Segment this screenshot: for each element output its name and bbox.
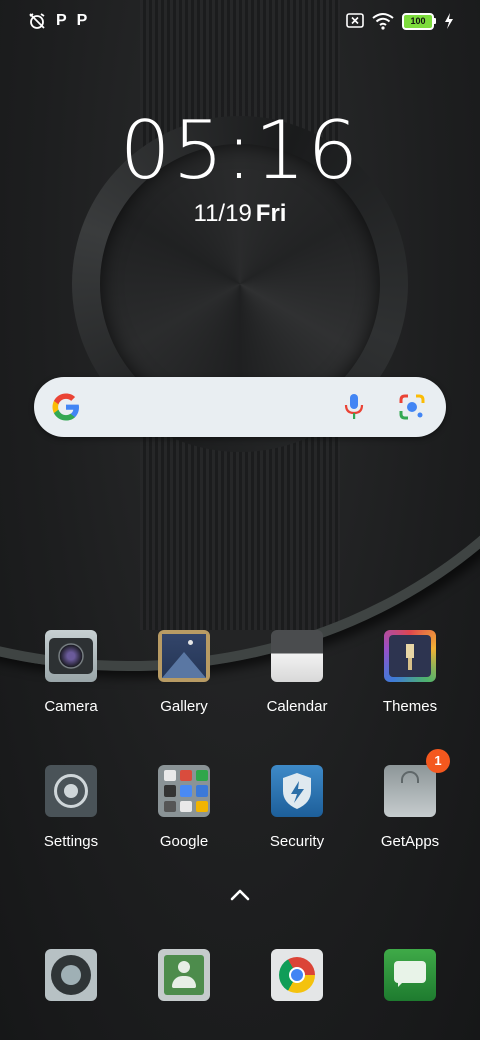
app-label: Settings	[43, 833, 99, 850]
settings-icon	[45, 765, 97, 817]
app-security[interactable]: Security	[241, 765, 353, 850]
date-month-day: 11/19	[193, 200, 252, 227]
alarm-off-icon	[29, 13, 45, 29]
messages-icon[interactable]	[384, 949, 436, 1001]
google-g-icon	[52, 393, 79, 421]
calendar-icon	[271, 630, 323, 682]
phone-icon[interactable]	[45, 949, 97, 1001]
app-label: Security	[269, 833, 325, 850]
security-icon	[271, 765, 323, 817]
google-search-bar[interactable]	[34, 377, 446, 437]
app-getapps[interactable]: 1 GetApps	[354, 749, 466, 850]
chrome-icon[interactable]	[271, 949, 323, 1001]
themes-icon	[384, 630, 436, 682]
notification-badge: 1	[426, 749, 450, 773]
p-icon: P	[76, 12, 88, 29]
getapps-icon: 1	[384, 749, 450, 817]
charging-icon	[445, 13, 453, 29]
battery-level: 100	[402, 12, 434, 30]
gallery-icon	[158, 630, 210, 682]
clock-time[interactable]: 05:16	[0, 104, 480, 197]
google-folder-icon	[158, 765, 210, 817]
contacts-icon[interactable]	[158, 949, 210, 1001]
app-calendar[interactable]: Calendar	[241, 630, 353, 715]
app-label: Camera	[44, 698, 98, 715]
date-weekday: Fri	[255, 200, 287, 227]
no-sim-icon	[346, 13, 364, 28]
app-label: Themes	[382, 698, 438, 715]
app-gallery[interactable]: Gallery	[128, 630, 240, 715]
app-label: Gallery	[160, 698, 208, 715]
app-camera[interactable]: Camera	[15, 630, 127, 715]
clock-date[interactable]: 11/19 Fri	[0, 200, 480, 228]
wifi-icon	[372, 13, 394, 30]
app-label: Google	[159, 833, 209, 850]
camera-icon	[45, 630, 97, 682]
battery-icon: 100	[402, 12, 436, 30]
app-label: Calendar	[266, 698, 328, 715]
p-icon: P	[56, 12, 67, 29]
folder-google[interactable]: Google	[128, 765, 240, 850]
status-bar: P P 100	[0, 0, 480, 44]
app-settings[interactable]: Settings	[15, 765, 127, 850]
google-lens-icon[interactable]	[398, 393, 426, 421]
app-label: GetApps	[380, 833, 440, 850]
app-themes[interactable]: Themes	[354, 630, 466, 715]
mic-icon[interactable]	[342, 393, 366, 421]
chevron-up-icon[interactable]	[228, 886, 252, 904]
